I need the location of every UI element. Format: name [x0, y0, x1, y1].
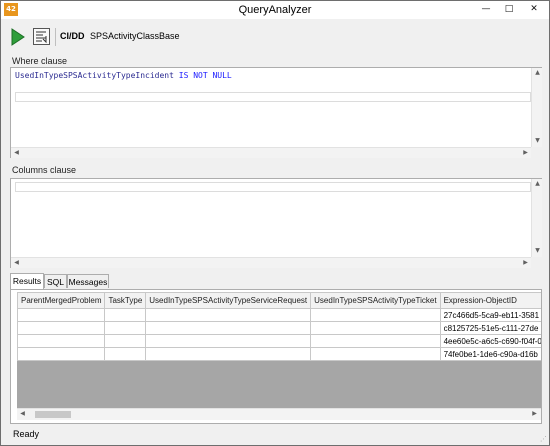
toolbar: CI/DD SPSActivityClassBase: [7, 25, 543, 49]
table-cell[interactable]: [104, 347, 147, 361]
table-cell[interactable]: [104, 321, 147, 335]
columns-clause-editor[interactable]: ▲ ▼ ◀ ▶: [10, 178, 542, 268]
run-query-button[interactable]: [11, 28, 27, 46]
table-row[interactable]: 27c466d5-5ca9-eb11-3581: [17, 308, 541, 322]
table-cell[interactable]: [310, 321, 441, 335]
table-row[interactable]: 74fe0be1-1de6-c90a-d16b: [17, 347, 541, 361]
settings-list-icon: [34, 29, 49, 44]
column-header[interactable]: TaskType: [104, 292, 147, 309]
columns-horizontal-scrollbar[interactable]: ◀ ▶: [11, 257, 531, 268]
table-cell[interactable]: [145, 334, 312, 348]
table-cell[interactable]: [104, 308, 147, 322]
table-header-row: ParentMergedProblem TaskType UsedInTypeS…: [17, 292, 541, 309]
close-button[interactable]: ✕: [523, 1, 545, 17]
scroll-down-icon[interactable]: ▼: [532, 246, 543, 256]
results-horizontal-scrollbar[interactable]: ◀ ▶: [17, 408, 541, 420]
where-clause-keywords: IS NOT NULL: [173, 71, 232, 80]
resize-grip-icon[interactable]: ⋰: [540, 435, 547, 443]
table-cell[interactable]: [310, 308, 441, 322]
options-button[interactable]: [33, 28, 50, 45]
tab-messages[interactable]: Messages: [67, 274, 109, 288]
scroll-right-icon[interactable]: ▶: [520, 258, 531, 268]
scroll-up-icon[interactable]: ▲: [532, 68, 543, 78]
column-header[interactable]: Expression-ObjectID: [439, 292, 541, 309]
tab-sql[interactable]: SQL: [44, 274, 67, 288]
scroll-right-icon[interactable]: ▶: [520, 148, 531, 158]
scroll-right-icon[interactable]: ▶: [529, 409, 540, 419]
table-cell[interactable]: [17, 347, 106, 361]
table-cell[interactable]: 4ee60e5c-a6c5-c690-f04f-0: [439, 334, 541, 348]
maximize-button[interactable]: □: [498, 1, 520, 17]
table-cell[interactable]: [310, 334, 441, 348]
table-cell[interactable]: [145, 347, 312, 361]
where-clause-label: Where clause: [12, 56, 68, 66]
cidd-label: CI/DD: [60, 31, 85, 41]
scroll-corner: [531, 257, 542, 268]
scrollbar-thumb[interactable]: [35, 411, 71, 418]
columns-vertical-scrollbar[interactable]: ▲ ▼: [531, 179, 542, 257]
scroll-left-icon[interactable]: ◀: [11, 148, 22, 158]
title-bar: 42 QueryAnalyzer — □ ✕: [1, 1, 549, 19]
table-cell[interactable]: [17, 321, 106, 335]
scroll-up-icon[interactable]: ▲: [532, 179, 543, 189]
table-cell[interactable]: c8125725-51e5-c111-27de: [439, 321, 541, 335]
results-grid[interactable]: ParentMergedProblem TaskType UsedInTypeS…: [17, 292, 541, 408]
tab-results[interactable]: Results: [10, 273, 44, 289]
table-cell[interactable]: [17, 308, 106, 322]
query-analyzer-window: 42 QueryAnalyzer — □ ✕ CI/DD SPSActivity…: [0, 0, 550, 446]
scroll-left-icon[interactable]: ◀: [11, 258, 22, 268]
where-clause-input-line[interactable]: [15, 92, 531, 102]
table-cell[interactable]: [104, 334, 147, 348]
window-title: QueryAnalyzer: [238, 4, 312, 16]
table-cell[interactable]: 74fe0be1-1de6-c90a-d16b: [439, 347, 541, 361]
results-panel: ParentMergedProblem TaskType UsedInTypeS…: [10, 289, 542, 424]
table-row[interactable]: c8125725-51e5-c111-27de: [17, 321, 541, 335]
play-icon: [11, 28, 27, 46]
table-cell[interactable]: [145, 321, 312, 335]
columns-clause-label: Columns clause: [12, 165, 77, 175]
table-row[interactable]: 4ee60e5c-a6c5-c690-f04f-0: [17, 334, 541, 348]
where-horizontal-scrollbar[interactable]: ◀ ▶: [11, 147, 531, 158]
column-header[interactable]: UsedInTypeSPSActivityTypeServiceRequest: [145, 292, 312, 309]
table-cell[interactable]: [17, 334, 106, 348]
scroll-left-icon[interactable]: ◀: [17, 409, 28, 419]
where-clause-column: UsedInTypeSPSActivityTypeIncident: [15, 71, 174, 80]
where-clause-editor[interactable]: UsedInTypeSPSActivityTypeIncident IS NOT…: [10, 67, 542, 158]
columns-clause-input-line[interactable]: [15, 182, 531, 192]
column-header[interactable]: UsedInTypeSPSActivityTypeTicket: [310, 292, 441, 309]
cidd-class-name[interactable]: SPSActivityClassBase: [90, 31, 180, 41]
table-cell[interactable]: 27c466d5-5ca9-eb11-3581: [439, 308, 541, 322]
where-vertical-scrollbar[interactable]: ▲ ▼: [531, 68, 542, 147]
scroll-corner: [531, 147, 542, 158]
table-cell[interactable]: [145, 308, 312, 322]
status-bar-text: Ready: [13, 429, 40, 439]
scroll-down-icon[interactable]: ▼: [532, 136, 543, 146]
results-table: ParentMergedProblem TaskType UsedInTypeS…: [17, 292, 541, 361]
table-cell[interactable]: [310, 347, 441, 361]
where-clause-code: UsedInTypeSPSActivityTypeIncident IS NOT…: [15, 71, 232, 80]
toolbar-separator: [55, 28, 56, 46]
minimize-button[interactable]: —: [475, 1, 497, 17]
column-header[interactable]: ParentMergedProblem: [17, 292, 106, 309]
